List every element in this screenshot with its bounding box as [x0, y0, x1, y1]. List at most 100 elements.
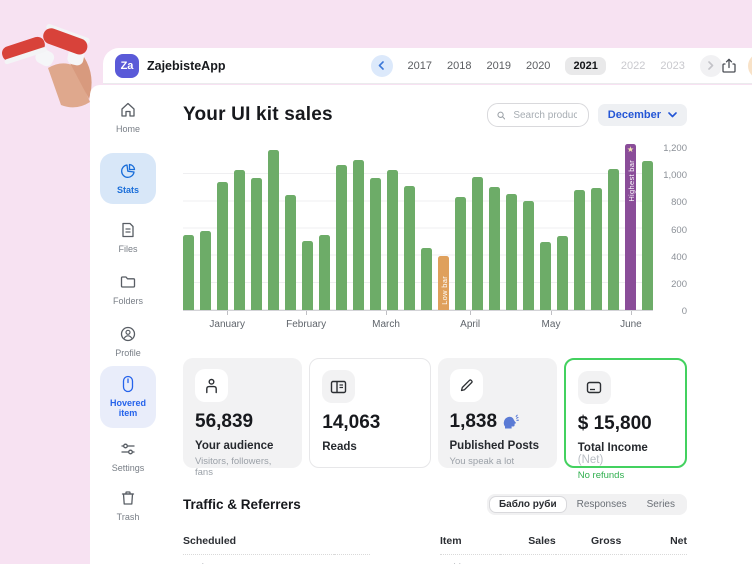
chart-y-axis: 1,2001,0008006004002000 [653, 147, 687, 310]
screen: Za ZajebisteApp 2017 2018 2019 2020 2021… [0, 0, 752, 564]
chart-bar[interactable]: Low bar [438, 256, 449, 310]
sidebar-item-label: Files [118, 244, 137, 254]
y-axis-label: 0 [682, 306, 687, 317]
chart-bar[interactable] [574, 190, 585, 310]
chart-bar[interactable] [353, 160, 364, 310]
year-tab-2021-active[interactable]: 2021 [565, 57, 605, 75]
traffic-tables: Scheduled Design systems 149 Item Sales [183, 531, 687, 564]
notifications-button[interactable]: 3 [748, 53, 752, 79]
top-bar: Za ZajebisteApp 2017 2018 2019 2020 2021… [103, 48, 752, 84]
year-tab-2022[interactable]: 2022 [621, 60, 645, 72]
card-subtext: No refunds [578, 470, 673, 481]
sidebar-item-hovered[interactable]: Hovered item [100, 366, 156, 428]
month-label: January [209, 319, 245, 330]
sidebar-item-trash[interactable]: Trash [117, 489, 140, 522]
search-box[interactable] [487, 103, 589, 127]
axis-tick [386, 311, 387, 315]
card-reads[interactable]: 14,063 Reads [309, 358, 430, 468]
sidebar-item-home[interactable]: Home [116, 101, 140, 134]
chart-bar[interactable] [642, 161, 653, 310]
chart-bar[interactable] [557, 236, 568, 310]
icon-chip [578, 371, 611, 404]
year-tab-2020[interactable]: 2020 [526, 60, 550, 72]
stats-icon [119, 162, 137, 180]
axis-tick [227, 311, 228, 315]
chart-bar[interactable] [591, 188, 602, 310]
page-title: Your UI kit sales [183, 104, 333, 126]
chart-bar[interactable] [285, 195, 296, 310]
sidebar-item-folders[interactable]: Folders [113, 273, 143, 306]
bar-annotation: Highest bar [627, 160, 636, 202]
month-dropdown[interactable]: December [598, 104, 687, 126]
chart-bar[interactable] [421, 248, 432, 310]
stat-cards: 56,839 Your audience Visitors, followers… [183, 358, 687, 468]
chart-bar[interactable] [200, 231, 211, 310]
tab-bablo-rubi[interactable]: Бабло руби [489, 496, 567, 513]
bar-plot: Low bar ★Highest bar [183, 147, 653, 311]
chart-bar[interactable] [336, 165, 347, 310]
sidebar-item-label: Settings [112, 463, 145, 473]
chart-bar[interactable] [455, 197, 466, 310]
chart-bar[interactable] [540, 242, 551, 310]
month-label: April [460, 319, 480, 330]
sidebar-item-label: Home [116, 124, 140, 134]
year-tab-2023[interactable]: 2023 [660, 60, 684, 72]
prev-year-button[interactable] [371, 55, 393, 77]
sidebar-item-profile[interactable]: Profile [115, 325, 141, 358]
chart-bar[interactable] [387, 170, 398, 310]
share-icon[interactable] [722, 58, 736, 74]
y-axis-label: 600 [671, 225, 687, 236]
y-axis-label: 1,000 [663, 170, 687, 181]
card-label: Published Posts [450, 440, 545, 452]
month-dropdown-value: December [608, 109, 661, 121]
card-value: $ 15,800 [578, 413, 673, 435]
app-avatar[interactable]: Za [115, 54, 139, 78]
chart-bar[interactable] [404, 186, 415, 310]
table-header-row: Scheduled [183, 531, 370, 555]
search-input[interactable] [511, 109, 578, 122]
year-tab-2017[interactable]: 2017 [408, 60, 432, 72]
chart-bar[interactable] [183, 235, 194, 310]
chart-bar[interactable] [217, 182, 228, 310]
sidebar-item-label: Folders [113, 296, 143, 306]
traffic-title: Traffic & Referrers [183, 497, 301, 512]
chart-bar[interactable] [472, 177, 483, 310]
app-name: ZajebisteApp [147, 59, 226, 73]
year-tab-2019[interactable]: 2019 [486, 60, 510, 72]
card-value: 14,063 [322, 412, 417, 434]
chart-bar[interactable] [370, 178, 381, 310]
next-year-button[interactable] [700, 55, 722, 77]
year-tab-2018[interactable]: 2018 [447, 60, 471, 72]
chart-bar[interactable] [608, 169, 619, 310]
chart-bar[interactable] [251, 178, 262, 310]
sidebar-item-settings[interactable]: Settings [112, 440, 145, 473]
y-axis-label: 800 [671, 197, 687, 208]
icon-chip [195, 369, 228, 402]
sidebar-item-stats[interactable]: Stats [100, 153, 156, 204]
chart-bar[interactable] [302, 241, 313, 310]
axis-tick [470, 311, 471, 315]
chart-bar[interactable]: ★Highest bar [625, 144, 636, 310]
profile-icon [119, 325, 137, 343]
card-subtext: You speak a lot [450, 456, 545, 467]
chart-bar[interactable] [506, 194, 517, 310]
trash-icon [119, 489, 137, 507]
chart-bar[interactable] [319, 235, 330, 310]
tab-responses[interactable]: Responses [567, 496, 637, 513]
card-label-main: Total Income [578, 442, 648, 454]
axis-tick [551, 311, 552, 315]
column-header-net: Net [621, 531, 687, 555]
chevron-left-icon [377, 61, 386, 70]
table-row[interactable]: UI kits 26 159.50 149.50 [440, 555, 687, 564]
speaking-head-icon [502, 414, 519, 430]
card-audience[interactable]: 56,839 Your audience Visitors, followers… [183, 358, 302, 468]
table-row[interactable]: Design systems 149 [183, 555, 370, 564]
chart-bar[interactable] [234, 170, 245, 310]
card-published-posts[interactable]: 1,838 Published Posts You speak a lot [438, 358, 557, 468]
chart-bar[interactable] [523, 201, 534, 310]
card-total-income[interactable]: $ 15,800 Total Income (Net) No refunds [564, 358, 687, 468]
sidebar-item-files[interactable]: Files [118, 221, 137, 254]
chart-bar[interactable] [489, 187, 500, 310]
chart-bar[interactable] [268, 150, 279, 310]
tab-series[interactable]: Series [637, 496, 685, 513]
